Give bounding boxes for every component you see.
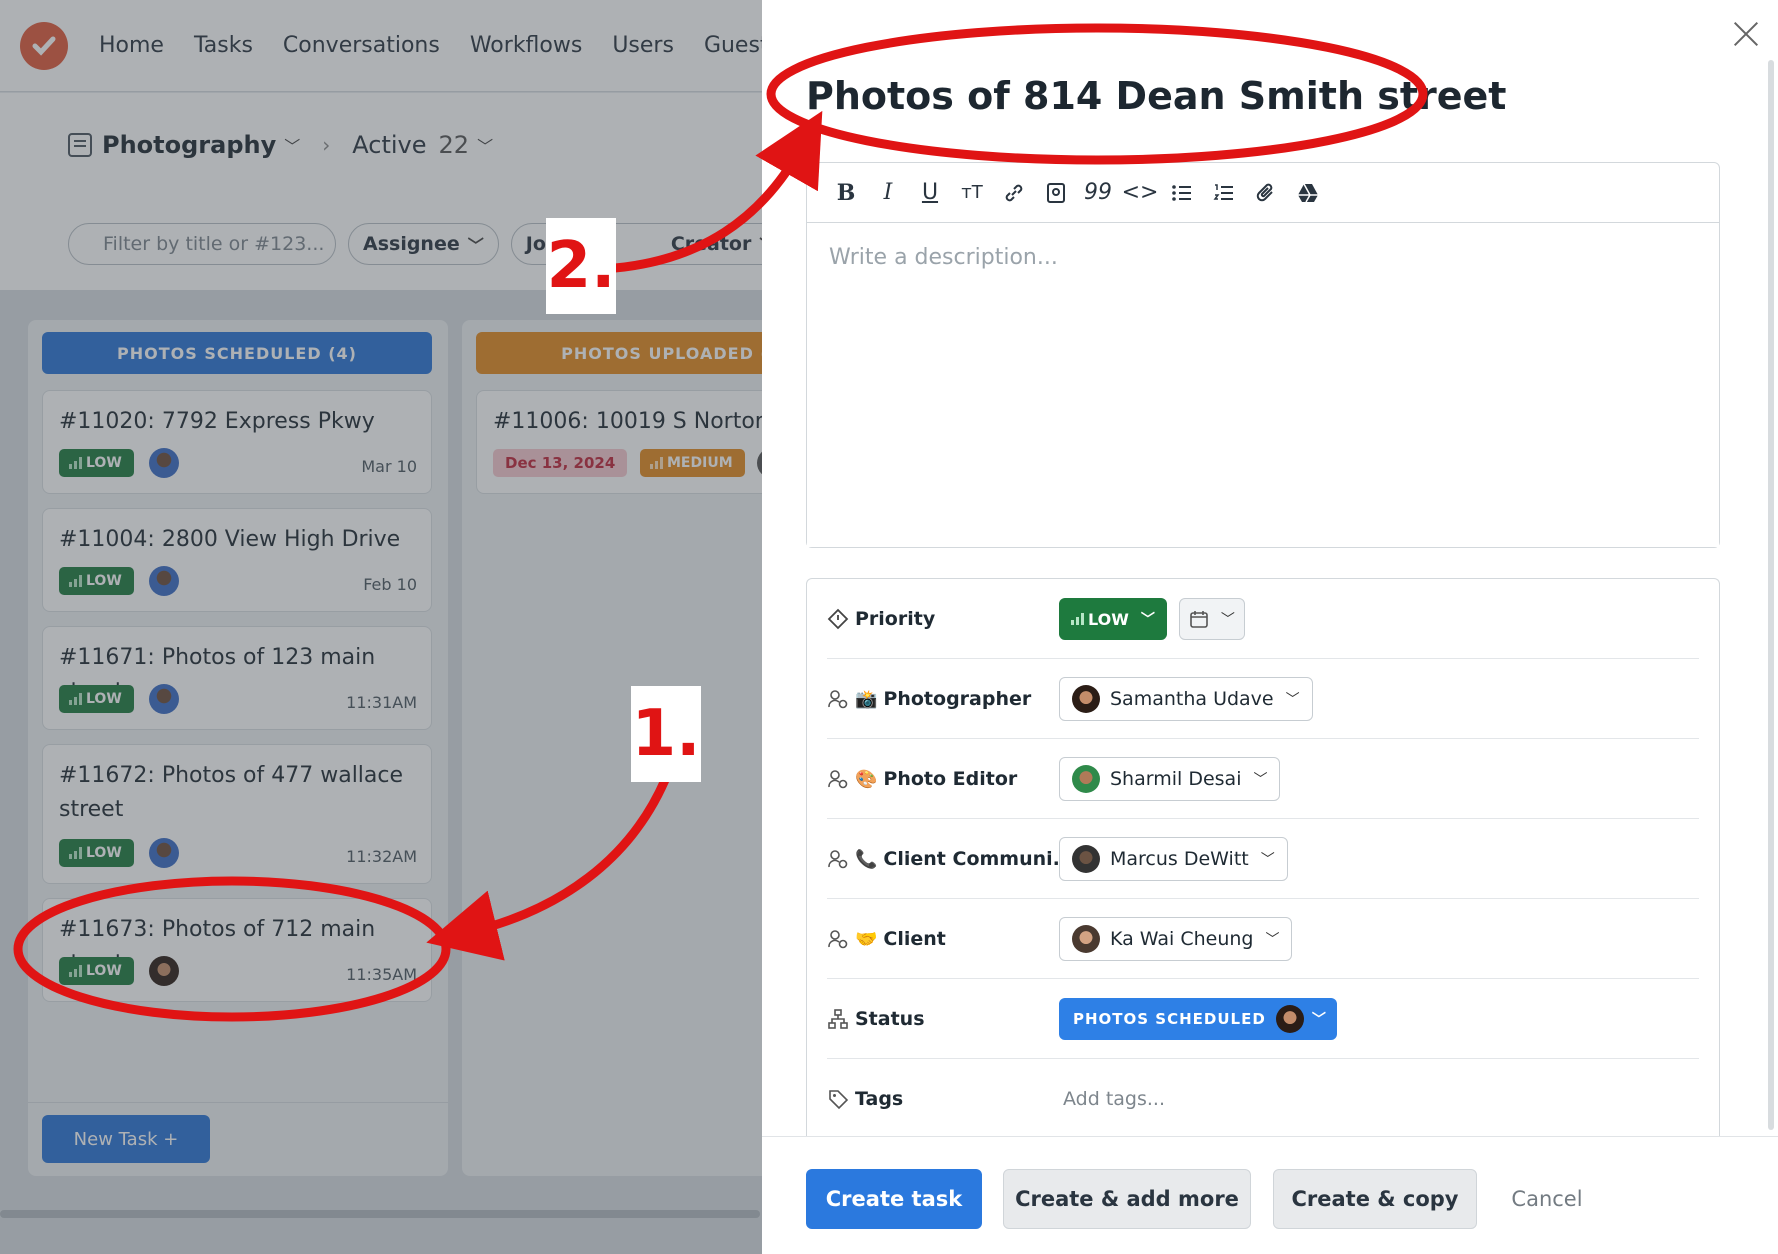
create-copy-button[interactable]: Create & copy <box>1273 1169 1477 1229</box>
due-date-dropdown[interactable]: ﹀ <box>1178 598 1245 640</box>
cancel-button[interactable]: Cancel <box>1492 1169 1602 1229</box>
attachment-icon[interactable] <box>1245 173 1287 213</box>
priority-icon <box>827 608 849 630</box>
photographer-row: 📸 Photographer Samantha Udave ﹀ <box>827 659 1699 739</box>
link-icon[interactable] <box>993 173 1035 213</box>
workflow-icon <box>827 1008 849 1030</box>
client-dropdown[interactable]: Ka Wai Cheung ﹀ <box>1059 917 1293 961</box>
tags-input[interactable]: Add tags... <box>1063 1088 1165 1110</box>
code-icon[interactable]: <> <box>1119 173 1161 213</box>
photo-editor-row: 🎨 Photo Editor Sharmil Desai ﹀ <box>827 739 1699 819</box>
assignee-role-icon <box>827 848 849 870</box>
google-drive-icon[interactable] <box>1287 173 1329 213</box>
photo-editor-dropdown[interactable]: Sharmil Desai ﹀ <box>1059 757 1281 801</box>
bold-icon[interactable]: B <box>825 173 867 213</box>
numbered-list-icon[interactable] <box>1203 173 1245 213</box>
chevron-down-icon: ﹀ <box>1311 1012 1327 1028</box>
client-communication-row: 📞 Client Communi... Marcus DeWitt ﹀ <box>827 819 1699 899</box>
client-row: 🤝 Client Ka Wai Cheung ﹀ <box>827 899 1699 979</box>
photo-editor-label: Photo Editor <box>883 768 1018 790</box>
chevron-down-icon: ﹀ <box>1140 612 1155 628</box>
chevron-down-icon: ﹀ <box>1285 692 1300 708</box>
priority-dropdown[interactable]: LOW ﹀ <box>1059 598 1167 640</box>
task-properties: Priority LOW ﹀ ﹀ 📸 Photographer Samantha U… <box>806 578 1720 1138</box>
chevron-down-icon: ﹀ <box>1260 852 1275 868</box>
priority-label: Priority <box>855 608 936 630</box>
vertical-scrollbar[interactable] <box>1768 60 1774 1130</box>
formatting-toolbar: B I U тT 99 <> <box>807 163 1719 223</box>
status-dropdown[interactable]: PHOTOS SCHEDULED ﹀ <box>1059 998 1337 1040</box>
embed-icon[interactable] <box>1035 173 1077 213</box>
panel-footer: Create task Create & add more Create & c… <box>762 1136 1778 1254</box>
text-size-icon[interactable]: тT <box>951 173 993 213</box>
tags-row: Tags Add tags... <box>827 1059 1699 1139</box>
avatar <box>1275 1005 1304 1033</box>
avatar <box>1072 685 1100 713</box>
avatar <box>1072 845 1100 873</box>
create-task-button[interactable]: Create task <box>806 1169 982 1229</box>
close-icon[interactable] <box>1728 16 1764 52</box>
task-title-input[interactable] <box>806 64 1686 128</box>
chevron-down-icon: ﹀ <box>1265 932 1280 948</box>
avatar <box>1072 765 1100 793</box>
tag-icon <box>827 1088 849 1110</box>
italic-icon[interactable]: I <box>867 173 909 213</box>
description-editor: B I U тT 99 <> <box>806 162 1720 548</box>
client-communication-dropdown[interactable]: Marcus DeWitt ﹀ <box>1059 837 1288 881</box>
priority-row: Priority LOW ﹀ ﹀ <box>827 579 1699 659</box>
photographer-label: Photographer <box>883 688 1032 710</box>
status-row: Status PHOTOS SCHEDULED ﹀ <box>827 979 1699 1059</box>
underline-icon[interactable]: U <box>909 173 951 213</box>
new-task-panel: B I U тT 99 <> Priority LOW﹀ ﹀ 📸Photogra… <box>762 0 1778 1254</box>
signal-icon <box>1071 613 1084 625</box>
step-1-label: 1. <box>631 686 701 782</box>
chevron-down-icon: ﹀ <box>1253 772 1268 788</box>
calendar-icon <box>1190 611 1208 628</box>
bullet-list-icon[interactable] <box>1161 173 1203 213</box>
assignee-role-icon <box>827 688 849 710</box>
assignee-role-icon <box>827 768 849 790</box>
modal-backdrop[interactable] <box>0 0 762 1254</box>
create-add-more-button[interactable]: Create & add more <box>1003 1169 1251 1229</box>
tags-label: Tags <box>855 1088 904 1110</box>
status-label: Status <box>855 1008 925 1030</box>
avatar <box>1072 925 1100 953</box>
step-2-label: 2. <box>546 218 616 314</box>
chevron-down-icon: ﹀ <box>1220 612 1235 628</box>
client-label: Client <box>883 928 946 950</box>
description-input[interactable] <box>807 223 1719 547</box>
photographer-dropdown[interactable]: Samantha Udave ﹀ <box>1059 677 1313 721</box>
assignee-role-icon <box>827 928 849 950</box>
quote-icon[interactable]: 99 <box>1077 173 1119 213</box>
client-communication-label: Client Communi... <box>883 848 1075 870</box>
